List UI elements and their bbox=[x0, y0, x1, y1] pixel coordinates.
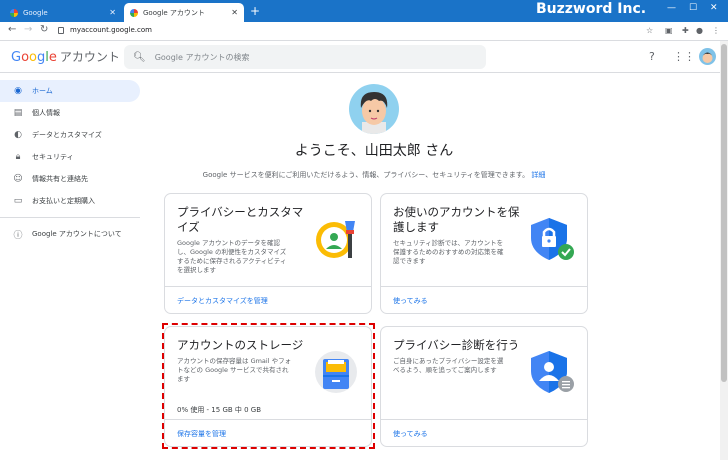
browser-toolbar: ← → ↻ myaccount.google.com ☆ ▣ ✚ ● ⋮ bbox=[0, 22, 728, 41]
intro-text: Google サービスを便利にご利用いただけるよう、情報、プライバシー、セキュリ… bbox=[164, 170, 584, 180]
sidebar-item-about[interactable]: ⓘ Google アカウントについて bbox=[0, 223, 150, 245]
toggle-icon: ◐ bbox=[14, 130, 22, 140]
search-placeholder: Google アカウントの検索 bbox=[154, 52, 250, 62]
minimize-window-icon[interactable]: — bbox=[667, 3, 676, 13]
desc-line: ご自身にあったプライバシー設定を選 bbox=[393, 357, 504, 365]
sidebar-item-label: ホーム bbox=[32, 87, 53, 95]
logo-letter: e bbox=[48, 50, 57, 65]
browser-menu-icon[interactable]: ⋮ bbox=[712, 26, 720, 35]
security-card[interactable]: お使いのアカウントを保護します セキュリティ診断では、アカウントを 保護するため… bbox=[380, 193, 588, 314]
lock-icon: 🔒︎ bbox=[15, 152, 21, 162]
lock-icon bbox=[58, 27, 64, 34]
sidebar-item-label: セキュリティ bbox=[32, 153, 74, 161]
help-icon[interactable]: ? bbox=[649, 50, 655, 63]
desc-line: 認できます bbox=[393, 257, 426, 265]
google-account-logo[interactable]: Google アカウント bbox=[11, 48, 120, 65]
highlight-annotation-box bbox=[162, 323, 375, 449]
browser-tab-google-account[interactable]: Google アカウント ✕ bbox=[124, 3, 244, 22]
search-icon: 🔍︎ bbox=[133, 51, 146, 63]
sidebar-item-label: データとカスタマイズ bbox=[32, 131, 102, 139]
privacy-shield-person-icon bbox=[531, 351, 574, 393]
avatar-face-icon bbox=[702, 52, 713, 63]
address-bar[interactable]: myaccount.google.com bbox=[70, 26, 152, 34]
desc-line: べるよう、順を追ってご案内します bbox=[393, 366, 497, 374]
brand-watermark: Buzzword Inc. bbox=[536, 1, 647, 17]
privacy-checkup-try-link[interactable]: 使ってみる bbox=[393, 429, 428, 439]
desc-line: 保護するためのおすすめの対応策を確 bbox=[393, 248, 504, 256]
sidebar-item-label: 情報共有と連絡先 bbox=[32, 175, 88, 183]
logo-letter: G bbox=[11, 50, 22, 65]
card-footer: 使ってみる bbox=[381, 419, 587, 446]
sidebar-item-data-customization[interactable]: ◐ データとカスタマイズ bbox=[0, 124, 150, 146]
privacy-customization-card[interactable]: プライバシーとカスタマイズ Google アカウントのデータを確認 し、Goog… bbox=[164, 193, 372, 314]
shield-lock-icon bbox=[531, 218, 574, 260]
app-header: Google アカウント 🔍︎ Google アカウントの検索 ? ⋮⋮ bbox=[0, 41, 728, 73]
learn-more-link[interactable]: 詳細 bbox=[531, 171, 545, 179]
profile-picture[interactable] bbox=[349, 84, 399, 134]
privacy-checkup-card[interactable]: プライバシー診断を行う ご自身にあったプライバシー設定を選 べるよう、順を追って… bbox=[380, 326, 588, 447]
sidebar-item-label: Google アカウントについて bbox=[32, 230, 122, 238]
card-description: ご自身にあったプライバシー設定を選 べるよう、順を追ってご案内します bbox=[393, 357, 503, 375]
home-icon: ◉ bbox=[14, 86, 22, 96]
sidebar-item-payments[interactable]: ▭ お支払いと定期購入 bbox=[0, 190, 150, 212]
security-try-link[interactable]: 使ってみる bbox=[393, 296, 428, 306]
tab-title: Google bbox=[23, 8, 48, 17]
close-tab-icon[interactable]: ✕ bbox=[109, 8, 116, 17]
desc-line: を選択します bbox=[177, 266, 216, 274]
google-favicon-icon bbox=[130, 8, 138, 17]
sidebar-nav: ◉ ホーム ▤ 個人情報 ◐ データとカスタマイズ 🔒︎ セキュリティ ☺ 情報… bbox=[0, 80, 150, 245]
card-footer: 使ってみる bbox=[381, 286, 587, 313]
card-footer: データとカスタマイズを管理 bbox=[165, 286, 371, 313]
sidebar-item-label: お支払いと定期購入 bbox=[32, 197, 95, 205]
close-window-icon[interactable]: ✕ bbox=[710, 3, 718, 13]
new-tab-button[interactable]: + bbox=[250, 4, 260, 18]
manage-data-link[interactable]: データとカスタマイズを管理 bbox=[177, 296, 268, 306]
apps-grid-icon[interactable]: ⋮⋮ bbox=[673, 50, 695, 63]
search-input[interactable]: 🔍︎ Google アカウントの検索 bbox=[124, 45, 486, 69]
product-name: アカウント bbox=[59, 50, 120, 64]
card-description: セキュリティ診断では、アカウントを 保護するためのおすすめの対応策を確 認できま… bbox=[393, 239, 504, 266]
sidebar-item-personal-info[interactable]: ▤ 個人情報 bbox=[0, 102, 150, 124]
privacy-palette-icon bbox=[316, 221, 355, 258]
google-favicon-icon bbox=[10, 8, 18, 17]
back-arrow-icon[interactable]: ← bbox=[8, 24, 16, 35]
account-avatar[interactable] bbox=[699, 48, 716, 65]
sidebar-item-security[interactable]: 🔒︎ セキュリティ bbox=[0, 146, 150, 168]
desc-line: セキュリティ診断では、アカウントを bbox=[393, 239, 504, 247]
forward-arrow-icon[interactable]: → bbox=[24, 24, 32, 35]
logo-letter: o bbox=[21, 50, 30, 65]
card-title: プライバシー診断を行う bbox=[393, 338, 520, 352]
bookmark-star-icon[interactable]: ☆ bbox=[646, 26, 653, 35]
cast-icon[interactable]: ▣ bbox=[665, 26, 673, 35]
maximize-window-icon[interactable]: ☐ bbox=[689, 3, 697, 13]
desc-line: するために保存されるアクティビティ bbox=[177, 257, 287, 265]
id-card-icon: ▤ bbox=[13, 108, 23, 118]
card-title: プライバシーとカスタマイズ bbox=[177, 205, 304, 234]
browser-title-bar: Google ✕ Google アカウント ✕ + Buzzword Inc. … bbox=[0, 0, 728, 22]
extensions-puzzle-icon[interactable]: ✚ bbox=[682, 26, 689, 35]
logo-letter: o bbox=[29, 50, 38, 65]
profile-face-icon bbox=[360, 92, 388, 134]
desc-line: し、Google の利便性をカスタマイズ bbox=[177, 248, 287, 256]
card-description: Google アカウントのデータを確認 し、Google の利便性をカスタマイズ… bbox=[177, 239, 286, 275]
sidebar-item-home[interactable]: ◉ ホーム bbox=[0, 80, 140, 102]
tab-title: Google アカウント bbox=[143, 8, 205, 17]
people-icon: ☺ bbox=[13, 174, 23, 184]
welcome-heading: ようこそ、山田太郎 さん bbox=[294, 143, 454, 159]
close-tab-icon[interactable]: ✕ bbox=[231, 8, 238, 17]
sidebar-item-sharing[interactable]: ☺ 情報共有と連絡先 bbox=[0, 168, 150, 190]
scrollbar-thumb[interactable] bbox=[721, 44, 727, 382]
sidebar-divider bbox=[0, 217, 140, 218]
info-icon: ⓘ bbox=[13, 230, 23, 241]
browser-tab-google[interactable]: Google ✕ bbox=[4, 3, 122, 22]
intro-sentence: Google サービスを便利にご利用いただけるよう、情報、プライバシー、セキュリ… bbox=[202, 171, 530, 179]
reload-icon[interactable]: ↻ bbox=[40, 24, 48, 35]
sidebar-item-label: 個人情報 bbox=[32, 109, 60, 117]
card-title: お使いのアカウントを保護します bbox=[393, 205, 520, 234]
credit-card-icon: ▭ bbox=[13, 196, 23, 206]
profile-icon[interactable]: ● bbox=[696, 26, 703, 35]
desc-line: Google アカウントのデータを確認 bbox=[177, 239, 280, 247]
